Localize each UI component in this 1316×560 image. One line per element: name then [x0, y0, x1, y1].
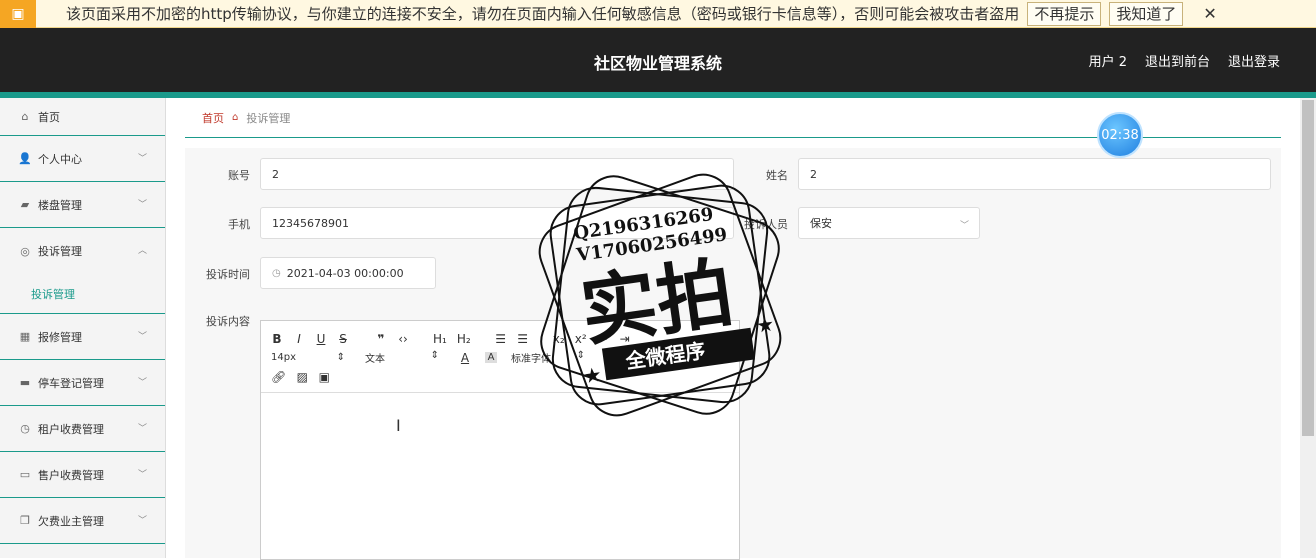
sidebar-item-label: 报修管理	[38, 330, 82, 344]
chevron-down-icon: ﹀	[137, 331, 147, 342]
acknowledge-warning-button[interactable]: 我知道了	[1109, 1, 1184, 26]
sidebar-item-profile[interactable]: 👤 个人中心 ﹀	[0, 136, 165, 182]
sidebar-item-home[interactable]: ⌂ 首页	[0, 98, 165, 136]
heading1-icon[interactable]: H₁	[433, 332, 447, 346]
sidebar-subitem-complaints[interactable]: 投诉管理	[0, 274, 165, 314]
code-icon[interactable]: ‹›	[397, 332, 409, 346]
font-size-select[interactable]: 14px ⇕	[271, 352, 351, 363]
sidebar-item-label: 楼盘管理	[38, 198, 82, 212]
underline-icon[interactable]: U	[315, 332, 327, 346]
star-icon: ★	[755, 312, 776, 338]
font-color-icon[interactable]: A	[459, 351, 471, 365]
italic-icon[interactable]: I	[293, 332, 305, 346]
chevron-down-icon: ﹀	[137, 515, 147, 526]
chevron-down-icon: ﹀	[137, 469, 147, 480]
phone-label: 手机	[228, 218, 250, 231]
paragraph-select[interactable]: 文本 ⇕	[365, 350, 445, 365]
app-header: 社区物业管理系统 用户 2 退出到前台 退出登录	[0, 28, 1316, 92]
content-label: 投诉内容	[206, 315, 250, 328]
sidebar: ⌂ 首页 👤 个人中心 ﹀ ▰ 楼盘管理 ﹀ ◎ 投诉管理 ︿ 投诉管理 ▦ 报…	[0, 98, 166, 558]
sidebar-item-label: 个人中心	[38, 152, 82, 166]
sidebar-item-parking[interactable]: ▬ 停车登记管理 ﹀	[0, 360, 165, 406]
select-arrows-icon: ⇕	[430, 350, 439, 361]
to-front-link[interactable]: 退出到前台	[1145, 51, 1210, 70]
warning-text: 该页面采用不加密的http传输协议，与你建立的连接不安全，请勿在页面内输入任何敏…	[66, 5, 1020, 23]
heading2-icon[interactable]: H₂	[457, 332, 471, 346]
sidebar-item-repairs[interactable]: ▦ 报修管理 ﹀	[0, 314, 165, 360]
image-icon[interactable]: ▨	[296, 370, 308, 384]
time-picker[interactable]: ◷ 2021-04-03 00:00:00	[260, 257, 436, 289]
ordered-list-icon[interactable]: ☰	[495, 332, 507, 346]
grid-icon: ▦	[19, 330, 31, 343]
chevron-down-icon: ﹀	[137, 153, 147, 164]
page-scrollbar[interactable]	[1300, 98, 1316, 558]
time-label: 投诉时间	[206, 268, 250, 281]
complaint-icon: ◎	[20, 244, 30, 258]
bold-icon[interactable]: B	[271, 332, 283, 346]
chevron-down-icon: ﹀	[137, 423, 147, 434]
warning-icon: ▣	[0, 0, 36, 28]
clock-icon: ◷	[272, 267, 281, 279]
link-icon[interactable]: 🔗︎	[271, 370, 286, 384]
user-icon: 👤	[18, 152, 32, 165]
account-label: 账号	[228, 169, 250, 182]
sidebar-item-label: 停车登记管理	[38, 376, 104, 390]
time-value: 2021-04-03 00:00:00	[286, 266, 404, 280]
star-icon: ★	[582, 362, 603, 388]
current-user[interactable]: 用户 2	[1089, 51, 1127, 70]
quote-icon[interactable]: ❞	[375, 332, 387, 346]
name-field[interactable]: 2	[798, 158, 1271, 190]
sidebar-item-label: 首页	[38, 110, 60, 124]
security-warning-bar: ▣ 该页面采用不加密的http传输协议，与你建立的连接不安全，请勿在页面内输入任…	[0, 0, 1316, 28]
video-icon[interactable]: ▣	[318, 370, 330, 384]
logout-link[interactable]: 退出登录	[1228, 51, 1280, 70]
printer-icon: ▭	[19, 468, 31, 481]
chevron-down-icon: ﹀	[137, 377, 147, 388]
sidebar-item-owner-fees[interactable]: ▭ 售户收费管理 ﹀	[0, 452, 165, 498]
target-select[interactable]: 保安 ﹀	[798, 207, 980, 239]
sidebar-item-arrears[interactable]: ❐ 欠费业主管理 ﹀	[0, 498, 165, 544]
target-select-value: 保安	[810, 217, 832, 230]
dismiss-warning-button[interactable]: 不再提示	[1027, 1, 1102, 26]
select-arrows-icon: ⇕	[336, 352, 345, 363]
sidebar-item-label: 租户收费管理	[38, 422, 104, 436]
breadcrumb-current: 投诉管理	[246, 111, 291, 125]
building-icon: ▰	[20, 198, 30, 211]
clock-icon: ◷	[20, 422, 30, 435]
timer-badge: 02:38	[1097, 112, 1143, 158]
chevron-down-icon: ﹀	[959, 221, 969, 231]
sidebar-item-label: 投诉管理	[38, 245, 82, 258]
sidebar-item-label: 售户收费管理	[38, 468, 104, 482]
home-icon: ⌂	[232, 112, 239, 123]
sidebar-item-label: 欠费业主管理	[38, 514, 104, 528]
breadcrumb-home[interactable]: 首页	[202, 110, 224, 126]
strikethrough-icon[interactable]: S	[337, 332, 349, 346]
font-size-value: 14px	[271, 352, 296, 363]
home-icon: ⌂	[21, 110, 29, 123]
sidebar-item-buildings[interactable]: ▰ 楼盘管理 ﹀	[0, 182, 165, 228]
text-cursor-icon: I	[396, 416, 401, 435]
close-icon[interactable]: ✕	[1203, 4, 1216, 23]
paragraph-value: 文本	[365, 354, 385, 365]
copy-icon: ❐	[20, 514, 30, 527]
sidebar-item-complaints[interactable]: ◎ 投诉管理 ︿	[0, 228, 165, 274]
chevron-down-icon: ﹀	[137, 199, 147, 210]
chevron-up-icon: ︿	[137, 246, 147, 257]
background-color-icon[interactable]: A	[485, 352, 497, 363]
sidebar-item-tenant-fees[interactable]: ◷ 租户收费管理 ﹀	[0, 406, 165, 452]
ticket-icon: ▬	[19, 376, 31, 389]
watermark-stamp: Q2196316269 V17060256499 实拍 全微程序 ★ ★	[538, 173, 782, 417]
scrollbar-thumb[interactable]	[1302, 100, 1314, 436]
